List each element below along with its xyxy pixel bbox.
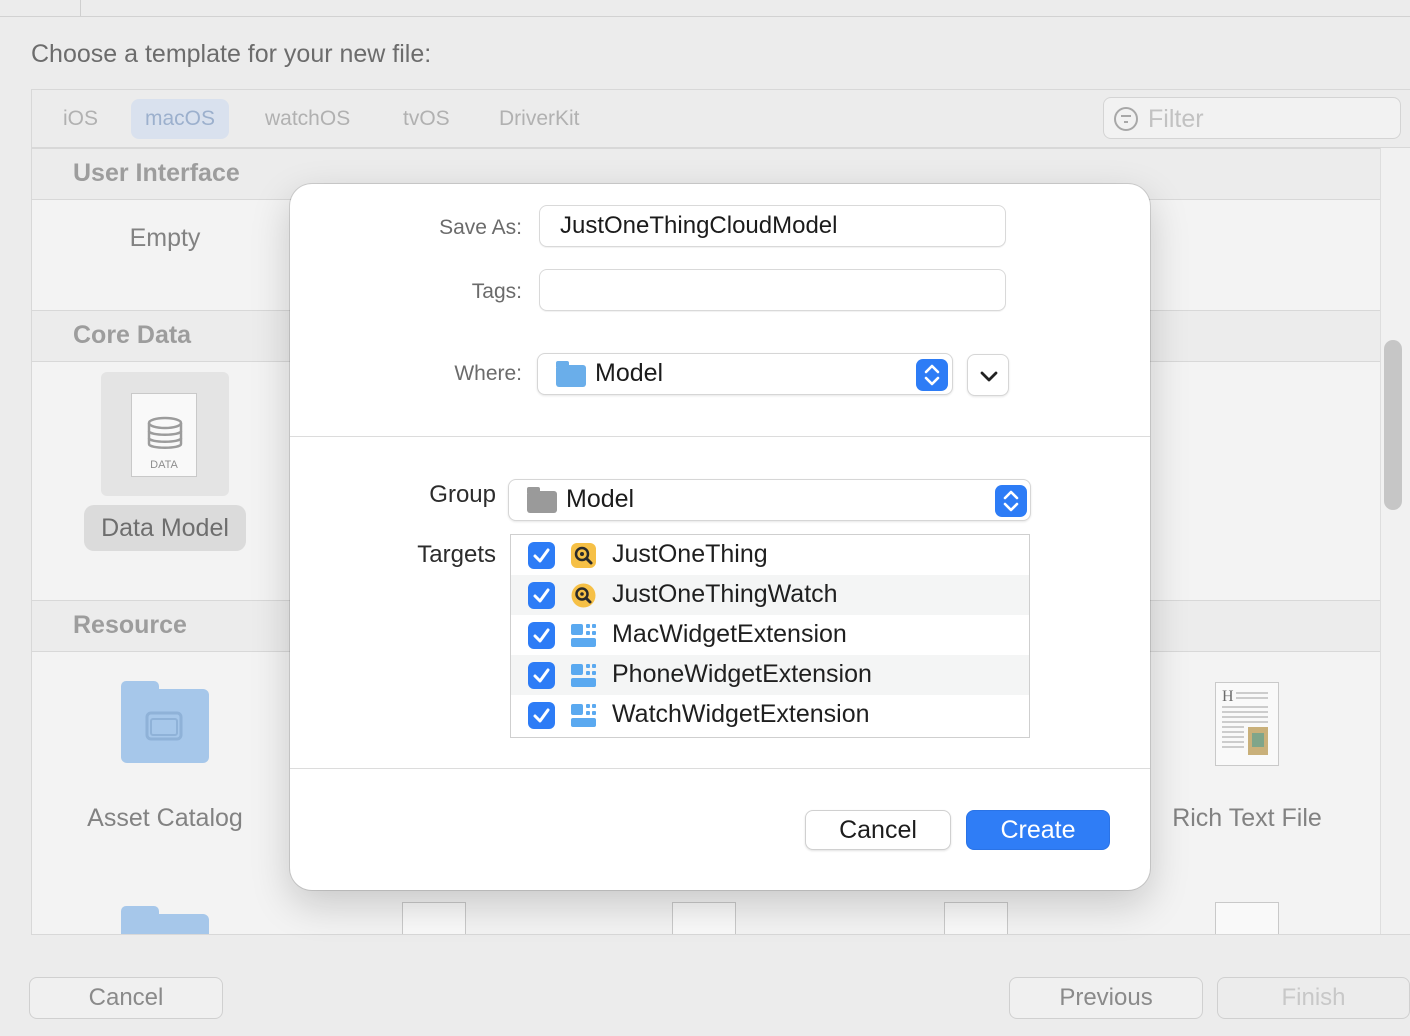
platform-tab-bar: iOS macOS watchOS tvOS DriverKit Filter — [32, 90, 1410, 148]
template-asset-catalog[interactable]: Asset Catalog — [65, 804, 265, 833]
target-name: WatchWidgetExtension — [612, 700, 870, 728]
chooser-title: Choose a template for your new file: — [31, 40, 432, 68]
targets-list: JustOneThing JustOneThingWatch MacWidget… — [510, 534, 1030, 738]
template-scroll-track — [1380, 148, 1410, 934]
save-as-label: Save As: — [439, 216, 522, 239]
tab-ios[interactable]: iOS — [49, 99, 112, 139]
template-data-model-label: Data Model — [101, 514, 229, 542]
widget-extension-icon — [571, 704, 596, 727]
target-checkbox[interactable] — [528, 582, 555, 609]
svg-text:H: H — [1222, 688, 1234, 705]
folder-icon-partial — [121, 906, 209, 934]
tags-label: Tags: — [471, 280, 522, 303]
target-row-justonething[interactable]: JustOneThing — [511, 535, 1029, 575]
where-popup[interactable]: Model — [537, 353, 953, 395]
group-stepper-icon — [995, 485, 1027, 517]
data-model-document-icon[interactable]: DATA — [131, 393, 197, 477]
target-row-phonewidgetextension[interactable]: PhoneWidgetExtension — [511, 655, 1029, 695]
toolbar-separator — [80, 0, 81, 16]
target-row-justonethingwatch[interactable]: JustOneThingWatch — [511, 575, 1029, 615]
section-title: User Interface — [73, 159, 240, 187]
app-magnifier-icon — [571, 583, 596, 608]
tab-tvos[interactable]: tvOS — [389, 99, 464, 139]
target-row-macwidgetextension[interactable]: MacWidgetExtension — [511, 615, 1029, 655]
chevron-down-icon — [980, 371, 998, 382]
tags-field[interactable] — [539, 269, 1006, 311]
rich-text-document-icon[interactable]: H — [1215, 682, 1279, 766]
chooser-finish-button: Finish — [1217, 977, 1410, 1019]
target-checkbox[interactable] — [528, 622, 555, 649]
sheet-divider-top — [290, 436, 1150, 437]
where-value: Model — [595, 359, 664, 387]
chooser-cancel-button[interactable]: Cancel — [29, 977, 223, 1019]
expand-browser-button[interactable] — [967, 354, 1009, 396]
document-icon-partial — [1215, 902, 1279, 934]
chooser-previous-button[interactable]: Previous — [1009, 977, 1203, 1019]
target-checkbox[interactable] — [528, 702, 555, 729]
target-row-watchwidgetextension[interactable]: WatchWidgetExtension — [511, 695, 1029, 735]
widget-extension-icon — [571, 624, 596, 647]
document-icon-partial — [672, 902, 736, 934]
targets-label: Targets — [417, 541, 496, 568]
section-title: Core Data — [73, 321, 192, 349]
save-as-field[interactable]: JustOneThingCloudModel — [539, 205, 1006, 247]
group-value: Model — [566, 485, 635, 513]
template-scrollbar-thumb[interactable] — [1384, 340, 1402, 510]
target-checkbox[interactable] — [528, 542, 555, 569]
target-name: MacWidgetExtension — [612, 620, 847, 648]
create-button[interactable]: Create — [966, 810, 1110, 850]
document-icon-partial — [944, 902, 1008, 934]
sheet-divider-bottom — [290, 768, 1150, 769]
widget-extension-icon — [571, 664, 596, 687]
filter-field[interactable]: Filter — [1103, 97, 1401, 139]
save-sheet: Save As: JustOneThingCloudModel Tags: Wh… — [290, 184, 1150, 890]
tab-driverkit[interactable]: DriverKit — [485, 99, 594, 139]
target-name: JustOneThingWatch — [612, 580, 838, 608]
section-title: Resource — [73, 611, 187, 639]
blue-folder-icon — [556, 361, 586, 387]
group-popup[interactable]: Model — [508, 479, 1031, 521]
group-label: Group — [429, 481, 496, 508]
template-empty[interactable]: Empty — [65, 224, 265, 253]
document-icon-partial — [402, 902, 466, 934]
filter-icon — [1114, 107, 1138, 131]
target-name: PhoneWidgetExtension — [612, 660, 872, 688]
gray-folder-icon — [527, 487, 557, 513]
template-rich-text-file[interactable]: Rich Text File — [1147, 804, 1347, 833]
cancel-button[interactable]: Cancel — [805, 810, 951, 850]
tab-macos[interactable]: macOS — [131, 99, 230, 139]
target-checkbox[interactable] — [528, 662, 555, 689]
data-icon-label: DATA — [150, 459, 178, 471]
target-name: JustOneThing — [612, 540, 768, 568]
app-magnifier-icon — [571, 543, 596, 568]
where-label: Where: — [454, 362, 522, 385]
toolbar-bottom-line — [0, 16, 1410, 17]
where-stepper-icon — [916, 359, 948, 391]
tab-watchos[interactable]: watchOS — [251, 99, 364, 139]
asset-catalog-folder-icon[interactable] — [121, 681, 209, 763]
filter-placeholder: Filter — [1148, 105, 1204, 133]
